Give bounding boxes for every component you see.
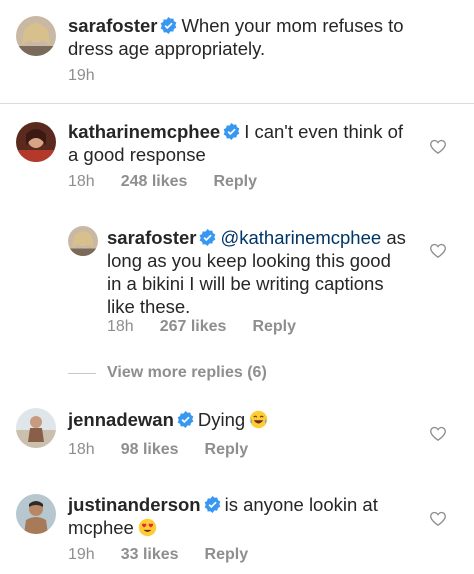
comment-time: 18h [68,441,95,458]
caption-text-line1: When your mom refuses to [181,15,404,36]
heart-eyes-emoji-icon [138,518,157,537]
avatar-sarafoster[interactable] [68,226,98,256]
comment-time: 18h [107,318,134,335]
verified-badge-icon [177,411,194,428]
comment-text-line1: as [386,227,406,248]
comment-likes[interactable]: 98 likes [121,441,179,458]
comment-text-line2: long as you keep looking this good [107,250,391,271]
reply-button[interactable]: Reply [205,441,249,458]
comment-time: 19h [68,546,95,563]
like-heart-icon[interactable] [430,511,446,526]
avatar-sarafoster[interactable] [16,16,56,56]
like-heart-icon[interactable] [430,243,446,258]
comment-text-line1: I can't even think of [244,121,404,142]
comment-text-line4: like these. [107,296,191,317]
verified-badge-icon [204,496,220,513]
reply-button[interactable]: Reply [213,173,257,190]
like-heart-icon[interactable] [430,139,446,154]
comment-username[interactable]: justinanderson [68,494,201,515]
mention-link[interactable]: @katharinemcphee [220,227,381,248]
caption-time: 19h [68,67,95,84]
comment-text-line3: in a bikini I will be writing captions [107,273,384,294]
comment-likes[interactable]: 33 likes [121,546,179,563]
reply-button[interactable]: Reply [252,318,296,335]
avatar-jennadewan[interactable] [16,408,56,448]
comment-likes[interactable]: 248 likes [121,173,188,190]
caption-text-line2: dress age appropriately. [68,38,266,59]
verified-badge-icon [161,17,177,34]
comment-username[interactable]: katharinemcphee [68,121,220,142]
like-heart-icon[interactable] [430,426,446,441]
caption-username[interactable]: sarafoster [68,15,157,36]
comment-text-line1: Dying [197,409,246,430]
post-caption: sarafoster When your mom refuses to dress… [0,0,474,103]
comment-text-line2: a good response [68,144,206,165]
avatar-katharinemcphee[interactable] [16,122,56,162]
comment-text-line2: mcphee [68,517,134,538]
comment-likes[interactable]: 267 likes [160,318,227,335]
comment-username[interactable]: jennadewan [68,409,174,430]
comment-text-line1: is anyone lookin at [224,494,378,515]
view-more-replies-button[interactable]: View more replies (6) [107,363,267,383]
avatar-justinanderson[interactable] [16,494,56,534]
verified-badge-icon [200,229,216,246]
verified-badge-icon [223,123,240,140]
comment-time: 18h [68,173,95,190]
reply-button[interactable]: Reply [205,546,249,563]
view-more-line [68,373,96,374]
divider [0,103,474,104]
tears-of-joy-emoji-icon [249,410,268,429]
comment-username[interactable]: sarafoster [107,227,196,248]
